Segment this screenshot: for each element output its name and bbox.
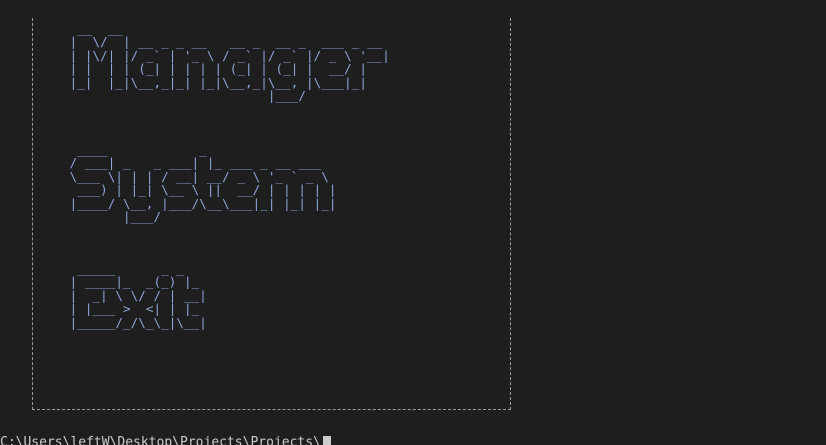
system-ascii-art: ____ _ / ___| _ _ ___| |_ ___ _ __ ___ \… [69,142,337,225]
manager-ascii-art: __ __ | \/ | __ _ _ __ __ _ __ _ ___ _ _… [69,21,390,104]
terminal-window[interactable]: __ __ | \/ | __ _ _ __ __ _ __ _ ___ _ _… [0,0,826,445]
command-prompt[interactable]: C:\Users\leftW\Desktop\Projects\Projects… [0,436,331,445]
text-cursor [322,436,331,445]
prompt-path: C:\Users\leftW\Desktop\Projects\Projects… [0,435,321,445]
exit-ascii-art: _____ _ _ | ____|_ _(_) |_ | _| \ \/ / |… [69,261,207,330]
